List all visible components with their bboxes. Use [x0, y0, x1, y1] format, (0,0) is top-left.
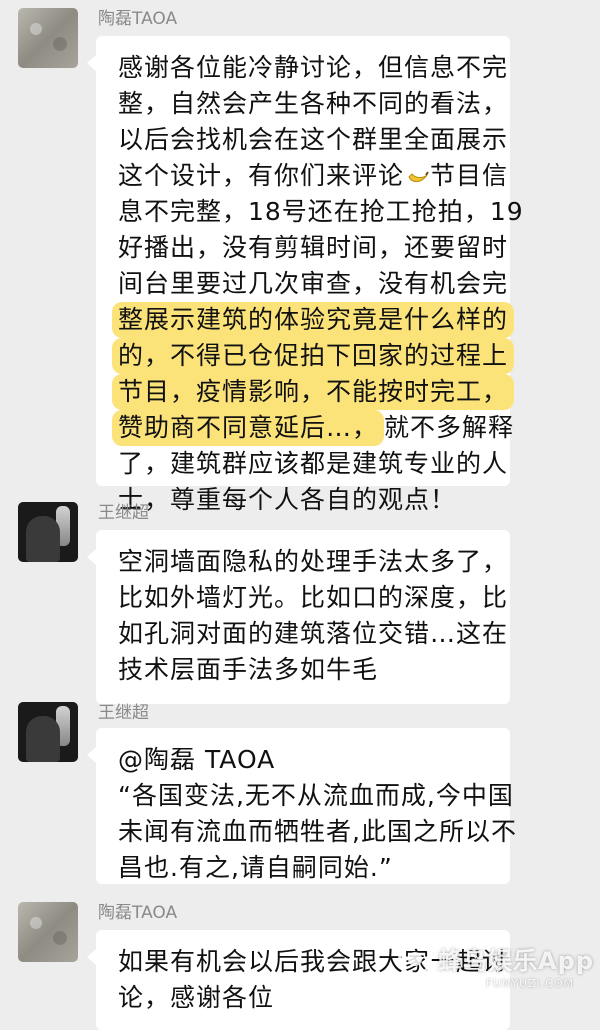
- message-line: 如孔洞对面的建筑落位交错…这在: [118, 619, 509, 648]
- sender-name: 陶磊TAOA: [98, 903, 178, 923]
- figure-shape: [26, 716, 60, 762]
- message-bubble[interactable]: 感谢各位能冷静讨论，但信息不完 整，自然会产生各种不同的看法， 以后会找机会在这…: [87, 36, 524, 514]
- message-line: 息不完整，18号还在抢工抢拍，19: [118, 197, 524, 226]
- message-line: 比如外墙灯光。比如口的深度，比: [118, 583, 509, 612]
- highlight-mark: 赞助商不同意延后…，: [112, 410, 385, 446]
- highlight-mark: 的，不得已仓促拍下回家的过程上: [112, 338, 515, 374]
- avatar[interactable]: [18, 702, 78, 762]
- message-line: 节目，疫情影响，不能按时完工，: [112, 374, 515, 410]
- message-line: 的，不得已仓促拍下回家的过程上: [112, 338, 515, 374]
- message-line: 整展示建筑的体验究竟是什么样的: [112, 302, 515, 338]
- watermark: 蜂鸟娱乐App: [398, 941, 594, 976]
- message-bubble[interactable]: @陶磊 TAOA “各国变法,无不从流血而成,今中国 未闻有流血而牺牲者,此国之…: [87, 728, 517, 884]
- message-line: 空洞墙面隐私的处理手法太多了，: [118, 547, 509, 576]
- watermark-logo-icon: [398, 941, 433, 976]
- message-line: 昌也.有之,请自嗣同始.”: [118, 853, 393, 882]
- watermark-text: 蜂鸟娱乐App: [438, 947, 594, 975]
- sender-name: 王继超: [98, 503, 149, 523]
- message-line: 未闻有流血而牺牲者,此国之所以不: [118, 817, 517, 846]
- message-bubble[interactable]: 空洞墙面隐私的处理手法太多了， 比如外墙灯光。比如口的深度，比 如孔洞对面的建筑…: [87, 530, 510, 704]
- avatar[interactable]: [18, 502, 78, 562]
- sender-name: 王继超: [98, 703, 149, 723]
- sender-name: 陶磊TAOA: [98, 9, 178, 29]
- message-line: “各国变法,无不从流血而成,今中国: [118, 781, 514, 810]
- message-line: 好播出，没有剪辑时间，还要留时: [118, 233, 509, 262]
- message-line: 士，尊重每个人各自的观点！: [118, 485, 457, 514]
- watermark-url: FUNYUZI.COM: [485, 977, 574, 990]
- message-line: 以后会找机会在这个群里全面展示: [118, 125, 509, 154]
- message-line: 整，自然会产生各种不同的看法，: [118, 89, 509, 118]
- message-line: 间台里要过几次审查，没有机会完: [118, 269, 509, 298]
- avatar[interactable]: [18, 8, 78, 68]
- message-line: @陶磊 TAOA: [118, 745, 276, 774]
- message-line: 论，感谢各位: [118, 983, 275, 1012]
- highlight-mark: 节目，疫情影响，不能按时完工，: [112, 374, 515, 410]
- avatar[interactable]: [18, 902, 78, 962]
- figure-shape: [26, 516, 60, 562]
- message-line: 这个设计，有你们来评论 节目信: [118, 161, 509, 190]
- message-line: 技术层面手法多如牛毛: [118, 655, 379, 684]
- message-line: 了，建筑群应该都是建筑专业的人: [118, 449, 509, 478]
- message-line: 感谢各位能冷静讨论，但信息不完: [118, 53, 509, 82]
- message-line: 赞助商不同意延后…， 就不多解释: [112, 410, 513, 446]
- banana-icon: [408, 171, 429, 183]
- highlight-mark: 整展示建筑的体验究竟是什么样的: [112, 302, 515, 338]
